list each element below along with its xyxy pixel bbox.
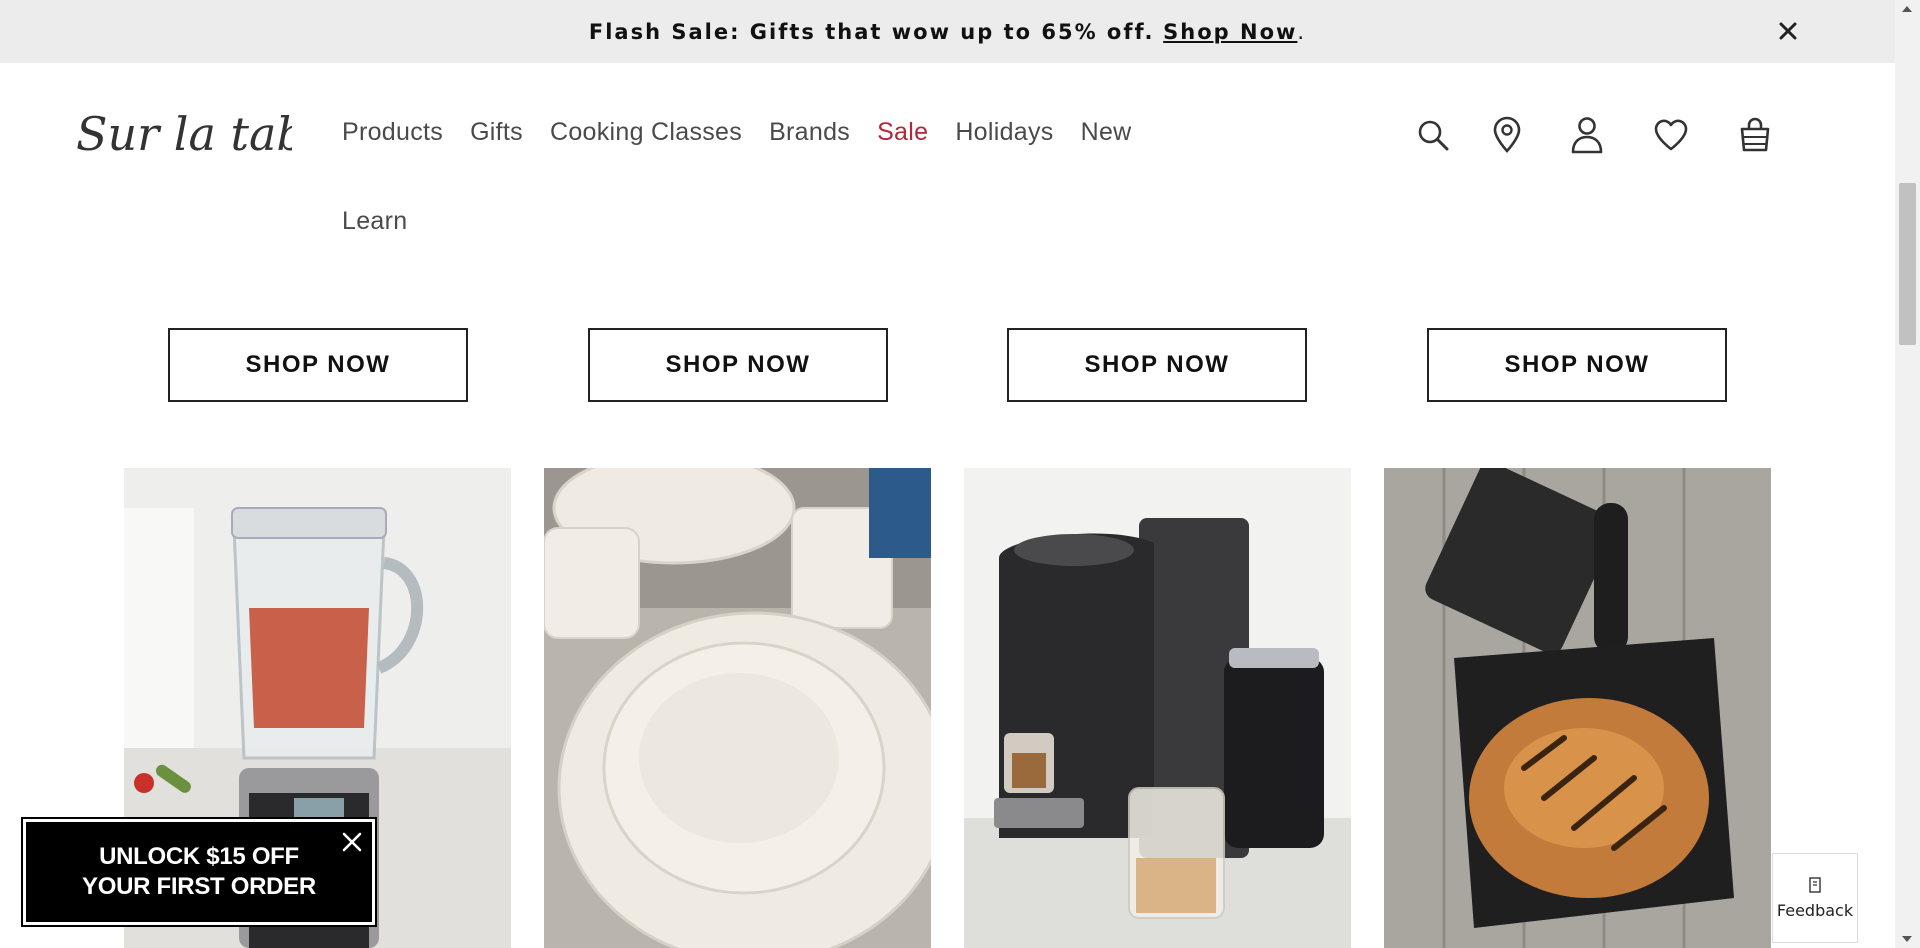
product-tile-dinnerware[interactable]	[544, 468, 931, 948]
shop-now-button-2[interactable]: SHOP NOW	[588, 328, 888, 402]
shop-now-button-3[interactable]: SHOP NOW	[1007, 328, 1307, 402]
feedback-button[interactable]: Feedback	[1772, 853, 1858, 943]
close-icon[interactable]	[1776, 19, 1800, 43]
logo-wordmark: Sur la table	[76, 107, 348, 161]
nav-item-brands[interactable]: Brands	[769, 118, 850, 147]
promo-line-2: YOUR FIRST ORDER	[82, 873, 316, 900]
main-nav: Products Gifts Cooking Classes Brands Sa…	[342, 118, 1182, 236]
close-icon[interactable]	[340, 830, 364, 854]
nav-item-new[interactable]: New	[1081, 118, 1132, 147]
header-actions	[1412, 113, 1792, 163]
scroll-thumb[interactable]	[1899, 183, 1916, 345]
banner-suffix: .	[1297, 19, 1307, 44]
product-tile-cast-iron-chicken[interactable]	[1384, 468, 1771, 948]
shopping-bag-icon[interactable]	[1734, 113, 1776, 157]
product-tile-coffee-machine[interactable]	[964, 468, 1351, 948]
page-scrollbar[interactable]	[1895, 0, 1920, 948]
dinnerware-image	[544, 468, 931, 948]
cast-iron-chicken-image	[1384, 468, 1771, 948]
banner-shop-now-link[interactable]: Shop Now	[1163, 20, 1297, 44]
account-icon[interactable]	[1566, 113, 1608, 157]
sur-la-table-logo[interactable]: Sur la table	[76, 104, 348, 164]
shop-now-button-1[interactable]: SHOP NOW	[168, 328, 468, 402]
location-pin-icon[interactable]	[1486, 113, 1528, 157]
nav-item-cooking-classes[interactable]: Cooking Classes	[550, 118, 742, 147]
logo-text: Sur la table	[76, 107, 292, 161]
flash-sale-banner: Flash Sale: Gifts that wow up to 65% off…	[0, 0, 1895, 63]
nav-item-holidays[interactable]: Holidays	[955, 118, 1053, 147]
nav-row-primary: Products Gifts Cooking Classes Brands Sa…	[342, 118, 1182, 147]
heart-icon[interactable]	[1650, 113, 1692, 157]
feedback-icon	[1809, 876, 1821, 893]
scroll-up-icon[interactable]	[1902, 6, 1912, 12]
banner-text: Flash Sale: Gifts that wow up to 65% off…	[588, 19, 1155, 44]
nav-item-learn[interactable]: Learn	[342, 207, 407, 236]
coffee-machine-image	[964, 468, 1351, 948]
feedback-label: Feedback	[1776, 900, 1854, 920]
nav-item-sale[interactable]: Sale	[877, 118, 928, 147]
nav-item-products[interactable]: Products	[342, 118, 443, 147]
promo-text: UNLOCK $15 OFF YOUR FIRST ORDER	[82, 842, 316, 902]
shop-now-button-4[interactable]: SHOP NOW	[1427, 328, 1727, 402]
nav-item-gifts[interactable]: Gifts	[470, 118, 523, 147]
nav-row-secondary: Learn	[342, 207, 1182, 236]
scroll-down-icon[interactable]	[1902, 936, 1912, 942]
promo-line-1: UNLOCK $15 OFF	[99, 843, 299, 870]
search-icon[interactable]	[1412, 113, 1454, 157]
promo-popup[interactable]: UNLOCK $15 OFF YOUR FIRST ORDER	[21, 817, 377, 927]
